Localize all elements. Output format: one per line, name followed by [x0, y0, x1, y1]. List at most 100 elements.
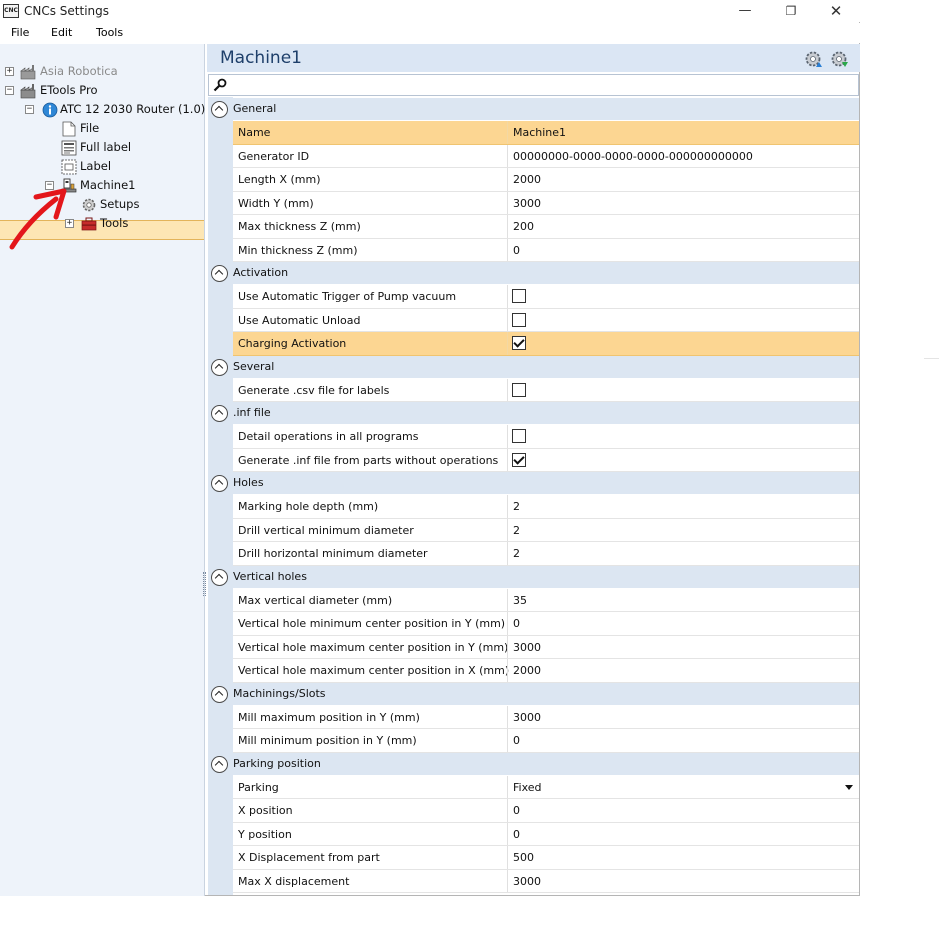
column-divider[interactable] — [507, 822, 508, 845]
column-divider[interactable] — [507, 425, 508, 448]
property-row[interactable]: Drill horizontal minimum diameter 2 — [233, 542, 859, 566]
property-value[interactable]: 00000000-0000-0000-0000-000000000000 — [513, 150, 753, 163]
property-value[interactable]: 2 — [513, 500, 520, 513]
collapse-category-icon[interactable] — [211, 755, 228, 773]
column-divider[interactable] — [507, 144, 508, 167]
column-divider[interactable] — [507, 846, 508, 869]
column-divider[interactable] — [507, 495, 508, 518]
column-divider[interactable] — [507, 285, 508, 308]
column-divider[interactable] — [507, 191, 508, 214]
collapse-toggle[interactable]: − — [5, 86, 14, 95]
property-value[interactable]: 3000 — [513, 197, 541, 210]
property-checkbox[interactable] — [512, 382, 526, 397]
property-value[interactable]: 0 — [513, 617, 520, 630]
column-divider[interactable] — [507, 869, 508, 892]
column-divider[interactable] — [507, 168, 508, 191]
column-divider[interactable] — [507, 215, 508, 238]
property-value[interactable]: Machine1 — [513, 126, 566, 139]
property-row[interactable]: Use Automatic Unload — [233, 308, 859, 332]
column-divider[interactable] — [507, 238, 508, 261]
close-button[interactable]: ✕ — [813, 1, 859, 21]
column-divider[interactable] — [507, 799, 508, 822]
property-value[interactable]: 2 — [513, 547, 520, 560]
property-value[interactable]: 2000 — [513, 664, 541, 677]
column-divider[interactable] — [507, 121, 508, 144]
column-divider[interactable] — [507, 308, 508, 331]
property-row[interactable]: Max thickness Z (mm) 200 — [233, 215, 859, 239]
column-divider[interactable] — [507, 542, 508, 565]
property-row[interactable]: X position 0 — [233, 799, 859, 823]
property-value[interactable]: 200 — [513, 220, 534, 233]
splitter-handle[interactable] — [203, 572, 206, 596]
property-row[interactable]: Charging Activation — [233, 332, 859, 356]
property-checkbox[interactable] — [512, 336, 526, 350]
property-value[interactable]: 500 — [513, 851, 534, 864]
property-row[interactable]: Vertical hole minimum center position in… — [233, 612, 859, 636]
property-value[interactable]: 0 — [513, 804, 520, 817]
column-divider[interactable] — [507, 659, 508, 682]
property-row[interactable]: Generator ID 00000000-0000-0000-0000-0000… — [233, 144, 859, 168]
column-divider[interactable] — [507, 705, 508, 728]
property-row[interactable]: Generate .csv file for labels — [233, 378, 859, 402]
collapse-category-icon[interactable] — [211, 101, 228, 118]
collapse-toggle[interactable]: − — [25, 105, 34, 114]
property-row[interactable]: Mill minimum position in Y (mm) 0 — [233, 729, 859, 753]
property-value[interactable]: 2 — [513, 524, 520, 537]
column-divider[interactable] — [507, 518, 508, 541]
column-divider[interactable] — [507, 775, 508, 798]
property-value[interactable]: Fixed — [513, 781, 542, 794]
menu-edit[interactable]: Edit — [51, 26, 72, 39]
column-divider[interactable] — [507, 588, 508, 611]
collapse-category-icon[interactable] — [211, 358, 228, 376]
property-row[interactable]: X Displacement from part 500 — [233, 846, 859, 870]
property-row[interactable]: Detail operations in all programs — [233, 425, 859, 449]
property-row[interactable]: Max X displacement 3000 — [233, 869, 859, 893]
collapse-category-icon[interactable] — [211, 568, 228, 586]
property-value[interactable]: 0 — [513, 734, 520, 747]
property-row[interactable]: Mill maximum position in Y (mm) 3000 — [233, 705, 859, 729]
column-divider[interactable] — [507, 729, 508, 752]
property-row[interactable]: Drill vertical minimum diameter 2 — [233, 518, 859, 542]
property-row[interactable]: Vertical hole maximum center position in… — [233, 635, 859, 659]
property-value[interactable]: 3000 — [513, 875, 541, 888]
property-row[interactable]: Width Y (mm) 3000 — [233, 191, 859, 215]
property-row[interactable]: Min thickness Z (mm) 0 — [233, 238, 859, 262]
collapse-category-icon[interactable] — [211, 405, 228, 422]
property-search-bar[interactable] — [208, 74, 859, 96]
menu-tools[interactable]: Tools — [96, 26, 123, 39]
column-divider[interactable] — [507, 635, 508, 658]
property-row[interactable]: Marking hole depth (mm) 2 — [233, 495, 859, 519]
property-value[interactable]: 35 — [513, 594, 527, 607]
column-divider[interactable] — [507, 612, 508, 635]
property-row[interactable]: Y position 0 — [233, 822, 859, 846]
property-value[interactable]: 2000 — [513, 173, 541, 186]
upload-settings-icon[interactable] — [804, 50, 822, 68]
menu-file[interactable]: File — [11, 26, 29, 39]
collapse-category-icon[interactable] — [211, 265, 228, 282]
column-divider[interactable] — [507, 332, 508, 355]
property-row[interactable]: Use Automatic Trigger of Pump vacuum — [233, 285, 859, 309]
collapse-category-icon[interactable] — [211, 475, 228, 492]
property-row[interactable]: Vertical hole maximum center position in… — [233, 659, 859, 683]
collapse-category-icon[interactable] — [211, 685, 228, 703]
property-row[interactable]: Generate .inf file from parts without op… — [233, 448, 859, 472]
dropdown-arrow-icon[interactable] — [845, 784, 853, 790]
property-value[interactable]: 0 — [513, 244, 520, 257]
property-checkbox[interactable] — [512, 452, 526, 467]
property-checkbox[interactable] — [512, 312, 526, 327]
property-value[interactable]: 3000 — [513, 711, 541, 724]
property-checkbox[interactable] — [512, 289, 526, 303]
property-row[interactable]: Name Machine1 — [233, 121, 859, 145]
property-row[interactable]: Length X (mm) 2000 — [233, 168, 859, 192]
expand-toggle[interactable]: + — [5, 67, 14, 76]
property-row[interactable]: Parking Fixed — [233, 775, 859, 799]
column-divider[interactable] — [507, 378, 508, 401]
column-divider[interactable] — [507, 448, 508, 471]
property-value[interactable]: 3000 — [513, 641, 541, 654]
property-value[interactable]: 0 — [513, 828, 520, 841]
maximize-button[interactable]: ❐ — [768, 1, 814, 21]
property-row[interactable]: Max vertical diameter (mm) 35 — [233, 588, 859, 612]
property-checkbox[interactable] — [512, 429, 526, 443]
minimize-button[interactable]: — — [722, 1, 768, 21]
download-settings-icon[interactable] — [830, 50, 848, 68]
